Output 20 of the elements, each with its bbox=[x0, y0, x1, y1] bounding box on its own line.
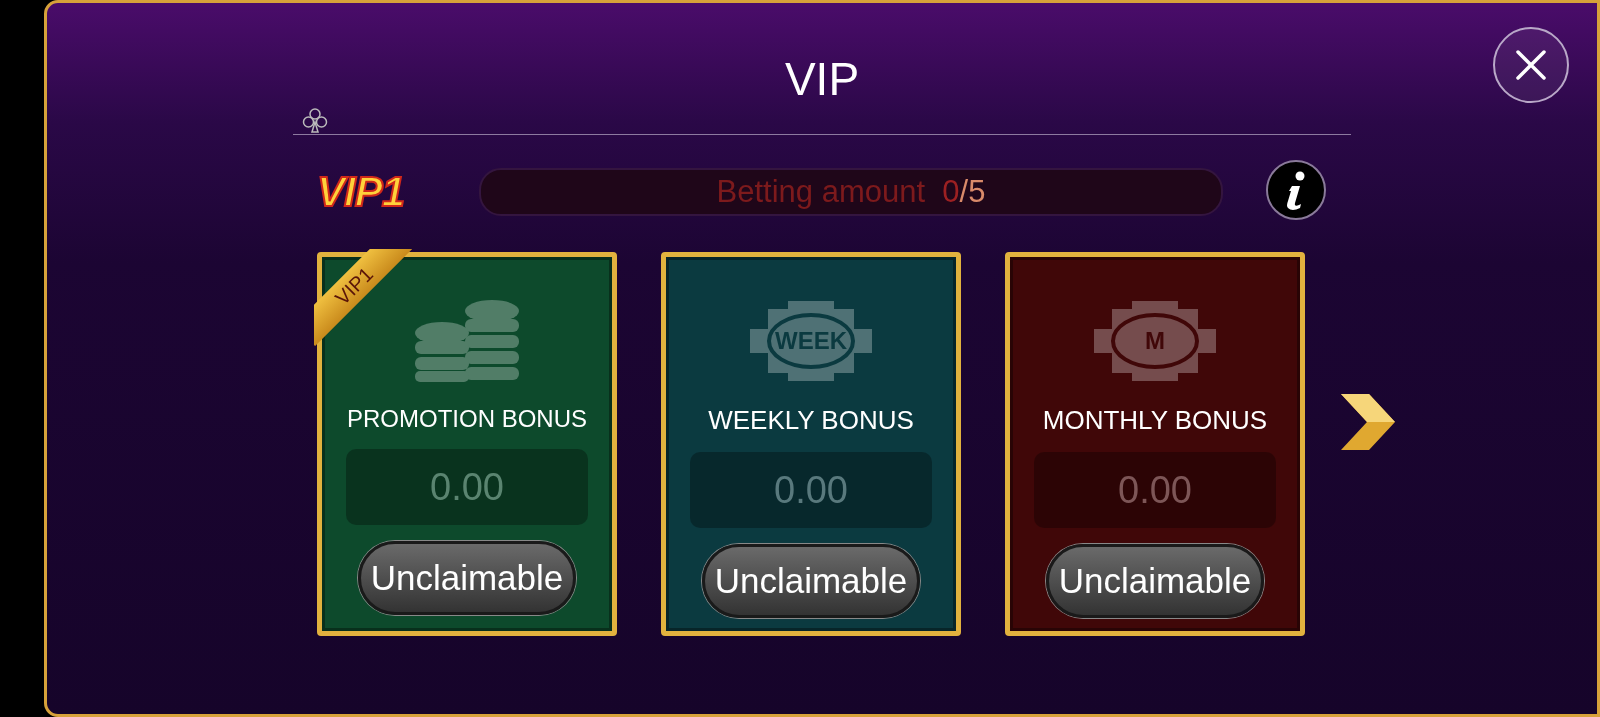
unclaimable-button[interactable]: Unclaimable bbox=[1046, 544, 1264, 618]
club-icon bbox=[301, 107, 329, 133]
close-icon bbox=[1514, 48, 1548, 82]
progress-label: Betting amount 0/5 bbox=[716, 173, 986, 210]
unclaimable-button[interactable]: Unclaimable bbox=[358, 541, 576, 615]
amount-display: 0.00 bbox=[690, 452, 932, 528]
window-title: VIP bbox=[784, 53, 860, 105]
bonus-title: WEEKLY BONUS bbox=[708, 405, 914, 436]
bonus-title: PROMOTION BONUS bbox=[347, 405, 587, 433]
bonus-title: MONTHLY BONUS bbox=[1042, 405, 1268, 436]
poker-chip-icon: M bbox=[1092, 299, 1218, 383]
amount-display: 0.00 bbox=[346, 449, 588, 525]
coins-icon bbox=[412, 299, 522, 383]
unclaimable-button[interactable]: Unclaimable bbox=[702, 544, 920, 618]
vip-level-text: VIP1 bbox=[317, 167, 406, 216]
poker-chip-icon: WEEK bbox=[748, 299, 874, 383]
info-icon bbox=[1265, 159, 1327, 221]
amount-display: 0.00 bbox=[1034, 452, 1276, 528]
next-arrow-icon[interactable] bbox=[1339, 392, 1397, 452]
vip-ribbon: VIP1 bbox=[314, 249, 412, 347]
